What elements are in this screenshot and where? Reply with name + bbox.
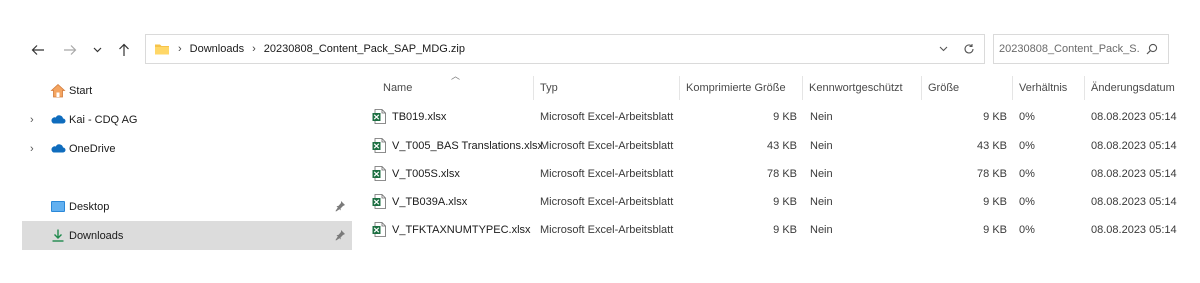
file-modified-date: 08.08.2023 05:14 — [1091, 223, 1177, 236]
onedrive-cloud-icon — [51, 115, 66, 124]
file-type: Microsoft Excel-Arbeitsblatt — [540, 167, 674, 180]
pin-icon[interactable] — [334, 200, 346, 212]
file-name[interactable]: V_TB039A.xlsx — [392, 187, 467, 216]
breadcrumb-separator: › — [178, 43, 182, 55]
folder-icon — [155, 44, 169, 55]
sidebar-item-label: Kai - CDQ AG — [69, 113, 138, 126]
file-modified-date: 08.08.2023 05:14 — [1091, 139, 1177, 152]
sidebar-item-downloads[interactable]: Downloads — [22, 221, 352, 250]
address-dropdown-button[interactable] — [932, 35, 954, 63]
file-ratio: 0% — [1019, 139, 1035, 152]
arrow-up-icon — [119, 43, 129, 56]
file-size: 9 KB — [983, 223, 1007, 236]
file-password-protected: Nein — [810, 195, 833, 208]
up-button[interactable] — [113, 38, 135, 62]
file-row[interactable]: V_TFKTAXNUMTYPEC.xlsx Microsoft Excel-Arb… — [365, 215, 1185, 244]
excel-file-icon — [372, 222, 386, 237]
onedrive-cloud-icon — [51, 144, 66, 153]
excel-file-icon — [372, 194, 386, 209]
column-divider[interactable] — [1084, 76, 1085, 100]
search-icon — [1146, 43, 1158, 55]
chevron-down-icon — [939, 46, 947, 52]
search-box[interactable] — [993, 34, 1169, 64]
column-header-password-protected[interactable]: Kennwortgeschützt — [809, 76, 921, 100]
refresh-icon — [964, 44, 974, 54]
sidebar-item-desktop[interactable]: Desktop — [22, 192, 352, 221]
column-header-compressed-size[interactable]: Komprimierte Größe — [686, 76, 802, 100]
file-type: Microsoft Excel-Arbeitsblatt — [540, 223, 674, 236]
column-divider[interactable] — [533, 76, 534, 100]
address-bar[interactable]: › Downloads › 20230808_Content_Pack_SAP_… — [145, 34, 985, 64]
refresh-button[interactable] — [954, 35, 984, 63]
file-name[interactable]: V_T005S.xlsx — [392, 159, 460, 188]
file-compressed-size: 9 KB — [773, 110, 797, 123]
file-compressed-size: 43 KB — [767, 139, 797, 152]
column-divider[interactable] — [679, 76, 680, 100]
breadcrumb-separator: › — [252, 43, 256, 55]
file-size: 78 KB — [977, 167, 1007, 180]
excel-file-icon — [372, 166, 386, 181]
sidebar-item-start[interactable]: Start — [22, 76, 352, 105]
column-header-type[interactable]: Typ — [540, 76, 678, 100]
chevron-down-icon — [93, 47, 101, 53]
breadcrumb-zip[interactable]: 20230808_Content_Pack_SAP_MDG.zip — [264, 43, 465, 55]
file-compressed-size: 9 KB — [773, 195, 797, 208]
pin-icon[interactable] — [334, 229, 346, 241]
sidebar-item-label: Start — [69, 84, 93, 97]
sidebar-item-onedrive[interactable]: › OneDrive — [22, 134, 352, 163]
column-header-modified-date[interactable]: Änderungsdatum — [1091, 76, 1191, 100]
file-password-protected: Nein — [810, 139, 833, 152]
file-modified-date: 08.08.2023 05:14 — [1091, 167, 1177, 180]
excel-file-icon — [372, 109, 386, 124]
column-header-name[interactable]: Name — [383, 76, 533, 100]
file-modified-date: 08.08.2023 05:14 — [1091, 110, 1177, 123]
chevron-right-icon[interactable]: › — [30, 143, 40, 155]
file-name[interactable]: V_TFKTAXNUMTYPEC.xlsx — [392, 215, 531, 244]
sidebar-item-label: Desktop — [69, 200, 110, 213]
file-size: 43 KB — [977, 139, 1007, 152]
sidebar-item-label: OneDrive — [69, 142, 116, 155]
file-type: Microsoft Excel-Arbeitsblatt — [540, 195, 674, 208]
file-modified-date: 08.08.2023 05:14 — [1091, 195, 1177, 208]
column-divider[interactable] — [921, 76, 922, 100]
file-compressed-size: 78 KB — [767, 167, 797, 180]
download-icon — [52, 229, 64, 242]
file-password-protected: Nein — [810, 167, 833, 180]
home-icon — [50, 83, 66, 98]
file-size: 9 KB — [983, 110, 1007, 123]
recent-locations-button[interactable] — [88, 38, 106, 62]
column-divider[interactable] — [802, 76, 803, 100]
file-size: 9 KB — [983, 195, 1007, 208]
file-row[interactable]: TB019.xlsx Microsoft Excel-Arbeitsblatt 9 … — [365, 102, 1185, 131]
forward-button[interactable] — [59, 38, 81, 62]
breadcrumb-downloads[interactable]: Downloads — [190, 43, 244, 55]
file-name[interactable]: V_T005_BAS Translations.xlsx — [392, 131, 543, 160]
file-row[interactable]: V_TB039A.xlsx Microsoft Excel-Arbeitsblat… — [365, 187, 1185, 216]
arrow-left-icon — [31, 45, 44, 55]
column-header-ratio[interactable]: Verhältnis — [1019, 76, 1081, 100]
column-divider[interactable] — [1012, 76, 1013, 100]
arrow-right-icon — [64, 45, 77, 55]
file-password-protected: Nein — [810, 223, 833, 236]
file-row[interactable]: V_T005S.xlsx Microsoft Excel-Arbeitsblatt… — [365, 159, 1185, 188]
column-header-size[interactable]: Größe — [928, 76, 1012, 100]
excel-file-icon — [372, 138, 386, 153]
file-ratio: 0% — [1019, 223, 1035, 236]
sidebar-item-label: Downloads — [69, 229, 124, 242]
back-button[interactable] — [27, 38, 49, 62]
file-row[interactable]: V_T005_BAS Translations.xlsx Microsoft Ex… — [365, 131, 1185, 160]
file-ratio: 0% — [1019, 110, 1035, 123]
desktop-icon — [51, 201, 65, 212]
file-name[interactable]: TB019.xlsx — [392, 102, 446, 131]
file-compressed-size: 9 KB — [773, 223, 797, 236]
file-type: Microsoft Excel-Arbeitsblatt — [540, 139, 674, 152]
file-ratio: 0% — [1019, 195, 1035, 208]
sidebar-item-kai-cdq-ag[interactable]: › Kai - CDQ AG — [22, 105, 352, 134]
search-input[interactable] — [999, 43, 1139, 55]
file-type: Microsoft Excel-Arbeitsblatt — [540, 110, 674, 123]
file-ratio: 0% — [1019, 167, 1035, 180]
file-password-protected: Nein — [810, 110, 833, 123]
chevron-right-icon[interactable]: › — [30, 114, 40, 126]
